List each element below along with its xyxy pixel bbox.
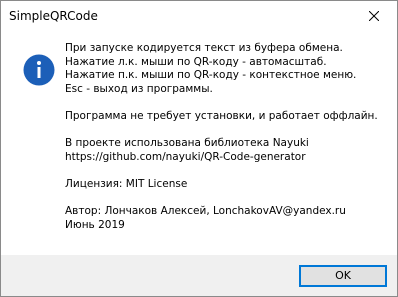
message-line: Нажатие п.к. мыши по QR-коду - контекстн…	[65, 69, 357, 82]
message-line: Программа не требует установки, и работа…	[65, 109, 378, 122]
ok-button[interactable]: OK	[299, 265, 387, 287]
message-line: В проекте использована библиотека Nayuki	[65, 137, 309, 150]
close-icon	[369, 11, 379, 21]
message-line: При запуске кодируется текст из буфера о…	[65, 42, 343, 54]
message-line: https://github.com/nayuki/QR-Code-genera…	[65, 150, 306, 163]
message-line: Автор: Лончаков Алексей, LonchakovAV@yan…	[65, 205, 346, 218]
close-button[interactable]	[353, 1, 397, 31]
message-line: Esc - выход из программы.	[65, 82, 213, 95]
message-text: При запуске кодируется текст из буфера о…	[65, 42, 378, 232]
information-icon	[23, 54, 55, 86]
dialog-content: При запуске кодируется текст из буфера о…	[1, 31, 397, 255]
button-bar: OK	[1, 255, 397, 296]
title-bar[interactable]: SimpleQRCode	[1, 1, 397, 31]
window-title: SimpleQRCode	[9, 9, 98, 23]
message-line: Лицензия: MIT License	[65, 177, 188, 190]
message-line: Нажатие л.к. мыши по QR-коду - автомасшт…	[65, 55, 327, 68]
message-line: Июнь 2019	[65, 218, 125, 231]
message-box-window: SimpleQRCode При запуске кодируется текс…	[0, 0, 398, 297]
